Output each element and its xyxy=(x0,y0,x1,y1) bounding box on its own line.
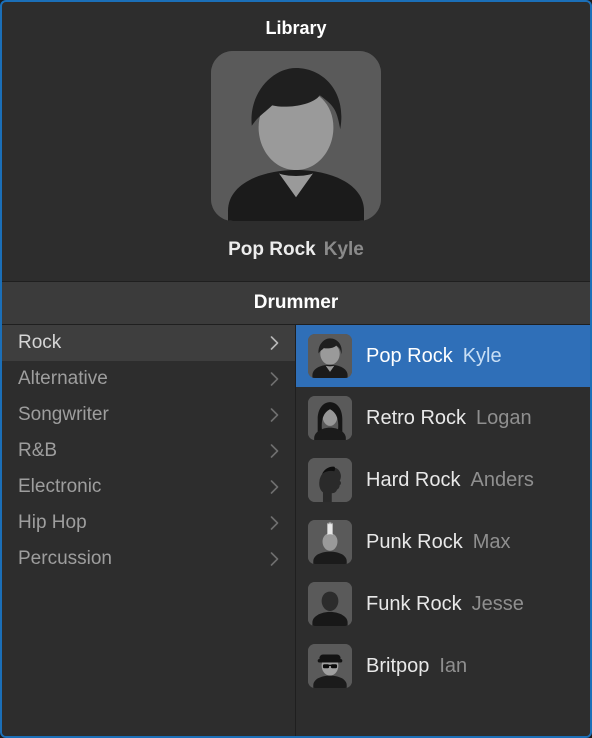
genre-label: Hip Hop xyxy=(18,512,87,534)
library-title: Library xyxy=(2,18,590,39)
genre-label: Percussion xyxy=(18,548,112,570)
drummer-label: Punk Rock Max xyxy=(366,531,511,554)
genre-item-songwriter[interactable]: Songwriter xyxy=(2,397,295,433)
avatar xyxy=(308,458,352,502)
section-title: Drummer xyxy=(2,292,590,314)
drummer-preview-label: Pop Rock Kyle xyxy=(228,239,364,261)
chevron-right-icon xyxy=(270,372,279,386)
chevron-right-icon xyxy=(270,480,279,494)
genre-item-hiphop[interactable]: Hip Hop xyxy=(2,505,295,541)
browser-columns: Rock Alternative Songwriter R&B Electron… xyxy=(2,325,590,736)
drummer-item-logan[interactable]: Retro Rock Logan xyxy=(296,387,590,449)
drummer-item-jesse[interactable]: Funk Rock Jesse xyxy=(296,573,590,635)
drummer-item-anders[interactable]: Hard Rock Anders xyxy=(296,449,590,511)
genre-label: Rock xyxy=(18,332,61,354)
drummer-item-kyle[interactable]: Pop Rock Kyle xyxy=(296,325,590,387)
genre-label: Songwriter xyxy=(18,404,109,426)
genre-item-rock[interactable]: Rock xyxy=(2,325,295,361)
genre-list: Rock Alternative Songwriter R&B Electron… xyxy=(2,325,296,736)
genre-item-electronic[interactable]: Electronic xyxy=(2,469,295,505)
drummer-label: Hard Rock Anders xyxy=(366,469,534,492)
drummer-label: Pop Rock Kyle xyxy=(366,345,502,368)
drummer-label: Britpop Ian xyxy=(366,655,467,678)
genre-label: Electronic xyxy=(18,476,101,498)
drummer-item-ian[interactable]: Britpop Ian xyxy=(296,635,590,697)
drummer-label: Funk Rock Jesse xyxy=(366,593,524,616)
drummer-item-max[interactable]: Punk Rock Max xyxy=(296,511,590,573)
avatar xyxy=(308,644,352,688)
genre-item-percussion[interactable]: Percussion xyxy=(2,541,295,577)
chevron-right-icon xyxy=(270,552,279,566)
drummer-label: Retro Rock Logan xyxy=(366,407,532,430)
genre-item-alternative[interactable]: Alternative xyxy=(2,361,295,397)
avatar xyxy=(308,582,352,626)
chevron-right-icon xyxy=(270,516,279,530)
library-panel: Library Pop Rock Kyle Drummer Rock Altern… xyxy=(0,0,592,738)
section-header: Drummer xyxy=(2,281,590,325)
genre-item-rnb[interactable]: R&B xyxy=(2,433,295,469)
chevron-right-icon xyxy=(270,408,279,422)
drummer-preview-style: Pop Rock xyxy=(228,239,316,260)
library-header: Library xyxy=(2,2,590,51)
chevron-right-icon xyxy=(270,444,279,458)
drummer-preview-avatar xyxy=(211,51,381,221)
avatar xyxy=(308,520,352,564)
avatar xyxy=(308,334,352,378)
drummer-preview: Pop Rock Kyle xyxy=(2,51,590,281)
chevron-right-icon xyxy=(270,336,279,350)
genre-label: Alternative xyxy=(18,368,108,390)
drummer-preview-name: Kyle xyxy=(324,239,364,260)
genre-label: R&B xyxy=(18,440,57,462)
drummer-list: Pop Rock Kyle Retro Rock Logan Hard Rock… xyxy=(296,325,590,736)
avatar xyxy=(308,396,352,440)
